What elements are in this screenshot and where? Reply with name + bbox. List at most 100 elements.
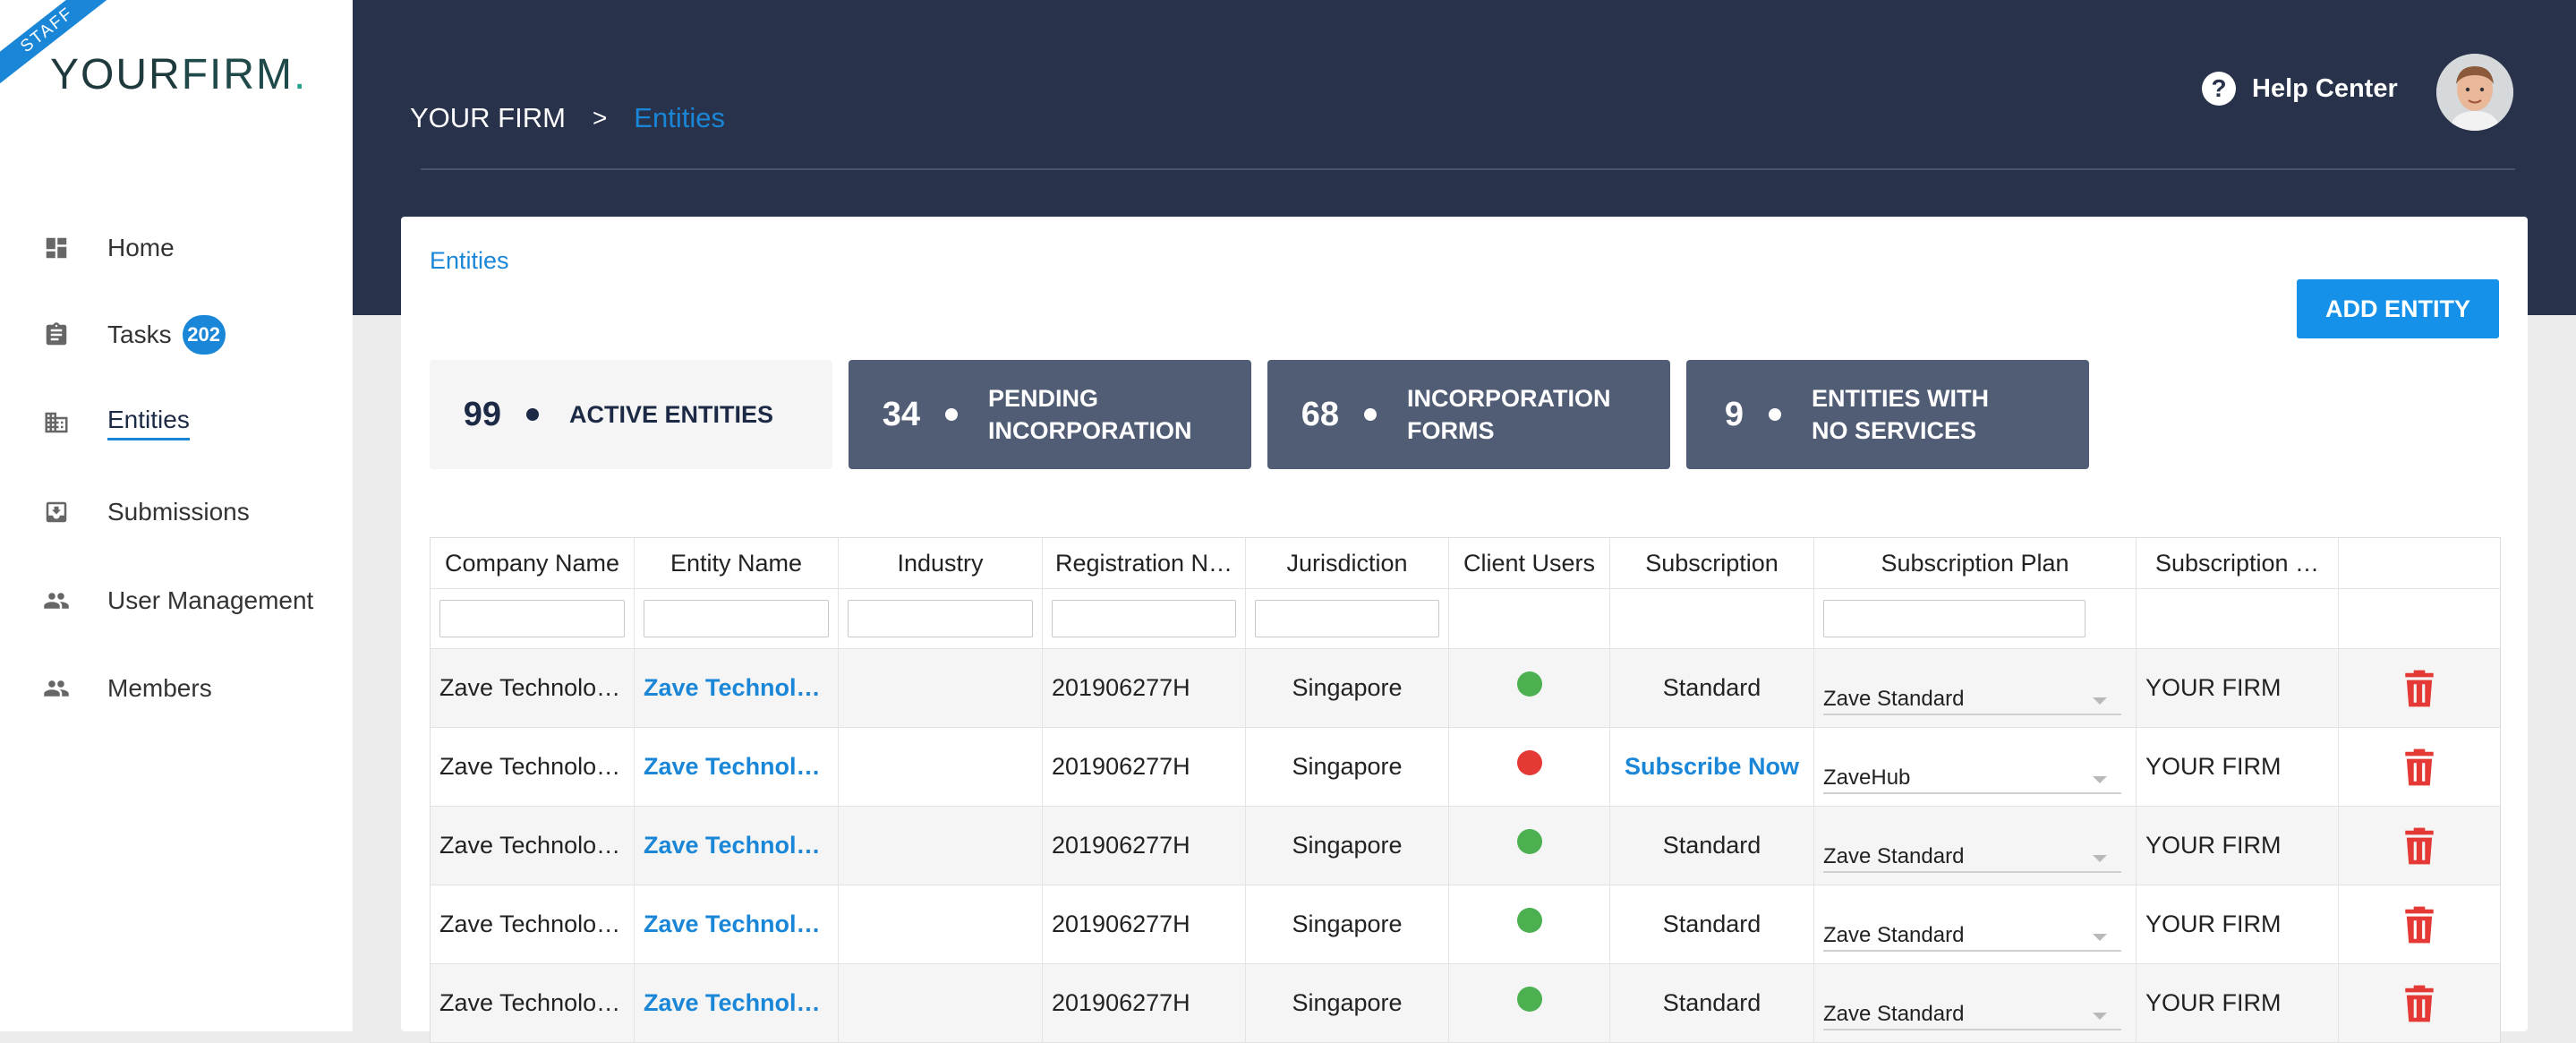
trash-icon[interactable] bbox=[2402, 669, 2436, 708]
industry-filter[interactable] bbox=[848, 600, 1033, 637]
chevron-down-icon bbox=[2093, 854, 2107, 862]
breadcrumb-current: Entities bbox=[634, 102, 725, 133]
sidebar-item-label: User Management bbox=[107, 586, 314, 614]
entity-name-link[interactable]: Zave Technol… bbox=[644, 832, 821, 859]
question-icon: ? bbox=[2202, 72, 2236, 106]
subscribe-now-link[interactable]: Subscribe Now bbox=[1625, 753, 1799, 781]
client-status-dot bbox=[1516, 749, 1542, 775]
trash-icon[interactable] bbox=[2402, 748, 2436, 787]
subscription-value: Standard bbox=[1662, 989, 1761, 1016]
stat-label: ENTITIES WITH NO SERVICES bbox=[1812, 382, 1989, 447]
subscription-plan-cell: Zave Standard bbox=[1814, 964, 2137, 1042]
stat-label-line2: NO SERVICES bbox=[1812, 417, 1977, 444]
column-header[interactable]: Jurisdiction bbox=[1246, 538, 1449, 588]
entity-name-link[interactable]: Zave Technol… bbox=[644, 674, 821, 702]
sidebar-item-tasks[interactable]: Tasks 202 bbox=[43, 312, 226, 357]
subscription-plan-select[interactable]: Zave Standard bbox=[1823, 977, 2121, 1030]
registration-number-cell: 201906277H bbox=[1043, 649, 1246, 727]
subscription-cell: Standard bbox=[1610, 649, 1814, 727]
sidebar-item-label: Submissions bbox=[107, 498, 250, 526]
stat-label-line1: INCORPORATION bbox=[1407, 385, 1611, 412]
company-name-filter[interactable] bbox=[439, 600, 625, 637]
entity-name-cell: Zave Technol… bbox=[635, 885, 839, 963]
subscription-plan-filter[interactable] bbox=[1823, 600, 2086, 637]
registration-number-filter[interactable] bbox=[1052, 600, 1236, 637]
column-header[interactable]: Subscription … bbox=[2137, 538, 2339, 588]
entity-name-cell: Zave Technol… bbox=[635, 649, 839, 727]
column-header[interactable]: Company Name bbox=[431, 538, 635, 588]
entity-name-link[interactable]: Zave Technol… bbox=[644, 910, 821, 938]
column-header[interactable]: Entity Name bbox=[635, 538, 839, 588]
entity-name-filter[interactable] bbox=[644, 600, 829, 637]
column-header[interactable]: Registration N… bbox=[1043, 538, 1246, 588]
sidebar-item-user-management[interactable]: User Management bbox=[43, 578, 313, 623]
industry-cell bbox=[839, 728, 1043, 806]
actions-cell bbox=[2339, 964, 2500, 1042]
stat-label: INCORPORATION FORMS bbox=[1407, 382, 1611, 447]
subscription-cell: Standard bbox=[1610, 885, 1814, 963]
inbox-icon bbox=[46, 501, 67, 523]
entity-name-link[interactable]: Zave Technol… bbox=[644, 989, 821, 1017]
stat-pending-incorporation[interactable]: 34 PENDING INCORPORATION bbox=[849, 360, 1251, 469]
help-center-link[interactable]: ? Help Center bbox=[2202, 72, 2398, 106]
chevron-down-icon bbox=[2093, 1012, 2107, 1020]
column-header bbox=[2339, 538, 2500, 588]
avatar[interactable] bbox=[2436, 54, 2513, 131]
sidebar-item-home[interactable]: Home bbox=[43, 226, 175, 270]
clipboard-icon bbox=[46, 322, 67, 346]
sidebar-item-members[interactable]: Members bbox=[43, 666, 212, 711]
stat-active-entities[interactable]: 99 ACTIVE ENTITIES bbox=[430, 360, 832, 469]
table-body: Zave Technolo… Zave Technol… 201906277H … bbox=[431, 649, 2500, 1043]
client-users-cell bbox=[1449, 807, 1610, 885]
chevron-down-icon bbox=[2093, 933, 2107, 941]
jurisdiction-cell: Singapore bbox=[1246, 964, 1449, 1042]
actions-cell bbox=[2339, 885, 2500, 963]
add-entity-button[interactable]: ADD ENTITY bbox=[2297, 279, 2499, 338]
trash-icon[interactable] bbox=[2402, 826, 2436, 866]
subscription-plan-select[interactable]: Zave Standard bbox=[1823, 819, 2121, 873]
column-header[interactable]: Subscription bbox=[1610, 538, 1814, 588]
jurisdiction-filter[interactable] bbox=[1255, 600, 1439, 637]
company-name: Zave Technolo… bbox=[439, 910, 621, 937]
chevron-down-icon bbox=[2093, 775, 2107, 783]
client-users-cell bbox=[1449, 885, 1610, 963]
stat-label-line1: ACTIVE ENTITIES bbox=[569, 401, 774, 428]
stat-label: PENDING INCORPORATION bbox=[988, 382, 1192, 447]
sidebar-item-entities[interactable]: Entities bbox=[43, 400, 190, 445]
subscription-plan-cell: Zave Standard bbox=[1814, 807, 2137, 885]
subscription-plan-value: Zave Standard bbox=[1823, 922, 1965, 947]
actions-cell bbox=[2339, 807, 2500, 885]
column-header[interactable]: Client Users bbox=[1449, 538, 1610, 588]
table-row[interactable]: Zave Technolo… Zave Technol… 201906277H … bbox=[431, 728, 2500, 807]
subscription-plan-cell: ZaveHub bbox=[1814, 728, 2137, 806]
column-header[interactable]: Industry bbox=[839, 538, 1043, 588]
sidebar-item-label: Members bbox=[107, 674, 212, 702]
entities-table: Company Name Entity Name Industry Regist… bbox=[430, 537, 2501, 1043]
table-row[interactable]: Zave Technolo… Zave Technol… 201906277H … bbox=[431, 649, 2500, 728]
subscription-plan-select[interactable]: Zave Standard bbox=[1823, 662, 2121, 715]
breadcrumb-root[interactable]: YOUR FIRM bbox=[410, 102, 566, 134]
stat-label-line1: PENDING bbox=[988, 385, 1099, 412]
subscription-plan-select[interactable]: Zave Standard bbox=[1823, 898, 2121, 952]
subscription-cell: Standard bbox=[1610, 807, 1814, 885]
column-header[interactable]: Subscription Plan bbox=[1814, 538, 2137, 588]
table-row[interactable]: Zave Technolo… Zave Technol… 201906277H … bbox=[431, 807, 2500, 885]
subscription-plan-value: Zave Standard bbox=[1823, 686, 1965, 711]
sidebar-item-submissions[interactable]: Submissions bbox=[43, 490, 250, 534]
sidebar-item-label: Entities bbox=[107, 406, 190, 440]
subscription-plan-select[interactable]: ZaveHub bbox=[1823, 740, 2121, 794]
trash-icon[interactable] bbox=[2402, 905, 2436, 945]
subscription-plan-value: Zave Standard bbox=[1823, 843, 1965, 868]
entity-name-cell: Zave Technol… bbox=[635, 964, 839, 1042]
table-row[interactable]: Zave Technolo… Zave Technol… 201906277H … bbox=[431, 885, 2500, 964]
subscription-plan-value: ZaveHub bbox=[1823, 765, 1911, 790]
subscription-provider-cell: YOUR FIRM bbox=[2137, 649, 2339, 727]
registration-number-cell: 201906277H bbox=[1043, 964, 1246, 1042]
entity-name-link[interactable]: Zave Technol… bbox=[644, 753, 821, 781]
firm-logo[interactable]: YOURFIRM. bbox=[50, 50, 307, 99]
subscription-value: Standard bbox=[1662, 910, 1761, 937]
trash-icon[interactable] bbox=[2402, 984, 2436, 1023]
stat-entities-no-services[interactable]: 9 ENTITIES WITH NO SERVICES bbox=[1686, 360, 2089, 469]
stat-label-line1: ENTITIES WITH bbox=[1812, 385, 1989, 412]
stat-incorporation-forms[interactable]: 68 INCORPORATION FORMS bbox=[1267, 360, 1670, 469]
